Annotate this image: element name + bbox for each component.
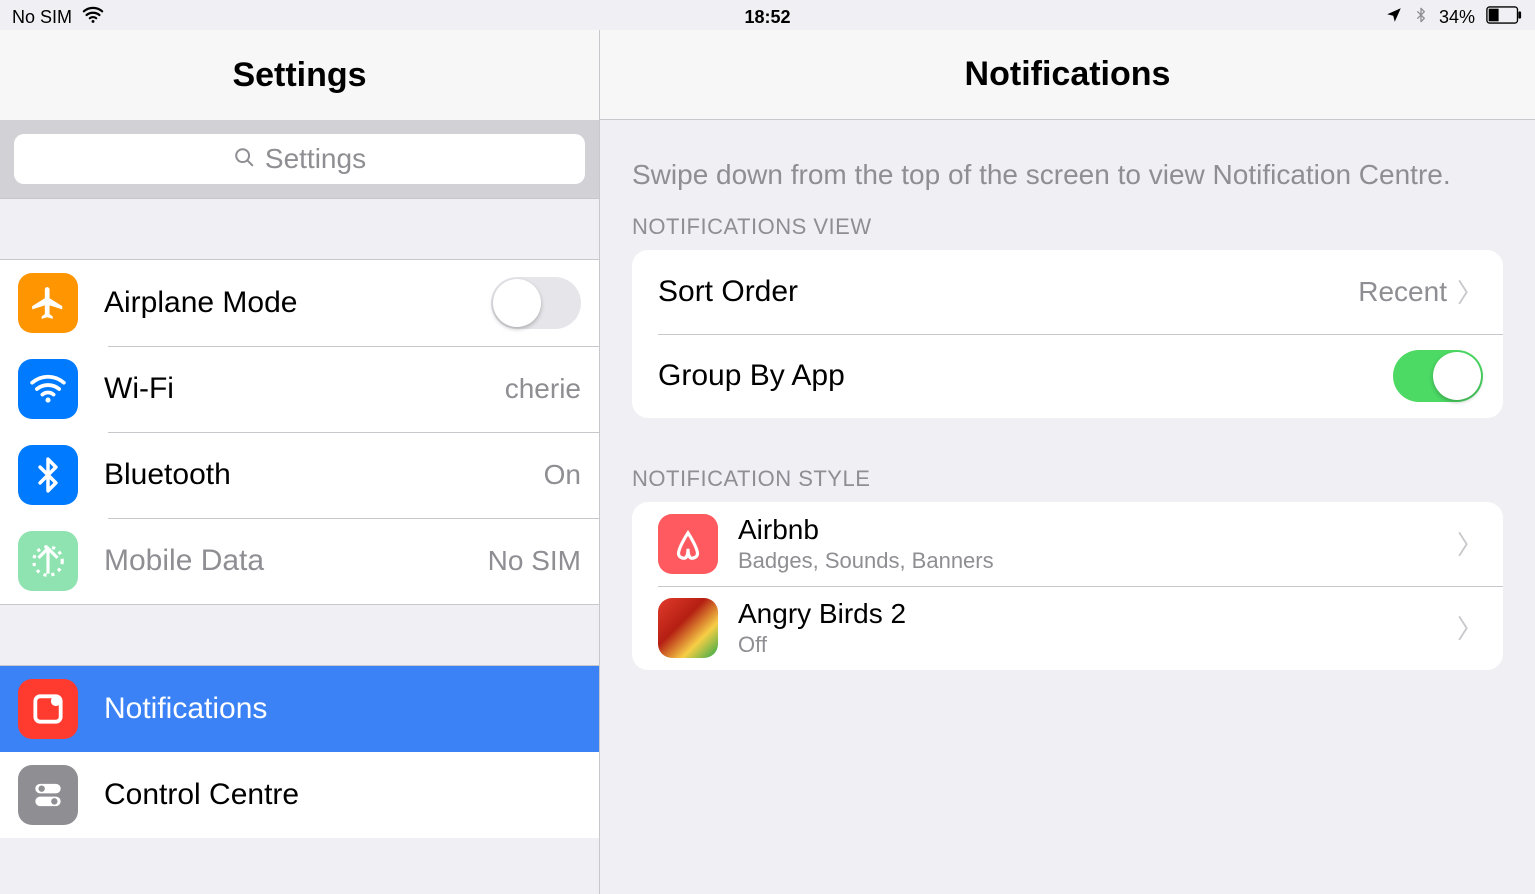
wifi-icon [18, 359, 78, 419]
sort-order-value: Recent [1358, 276, 1447, 308]
chevron-right-icon: 〉 [1457, 273, 1483, 310]
app-row-airbnb[interactable]: Airbnb Badges, Sounds, Banners 〉 [632, 502, 1503, 586]
notification-centre-hint: Swipe down from the top of the screen to… [600, 120, 1535, 214]
app-sub: Badges, Sounds, Banners [738, 548, 1457, 574]
app-row-angrybirds[interactable]: Angry Birds 2 Off 〉 [632, 586, 1503, 670]
search-placeholder: Settings [265, 143, 366, 175]
carrier-label: No SIM [12, 7, 72, 28]
notifications-icon [18, 679, 78, 739]
airplane-label: Airplane Mode [104, 286, 491, 320]
status-bar: No SIM 18:52 34% [0, 0, 1535, 30]
mobile-data-icon [18, 531, 78, 591]
mobile-data-label: Mobile Data [104, 544, 488, 578]
clock: 18:52 [744, 7, 790, 27]
airplane-icon [18, 273, 78, 333]
notifications-label: Notifications [104, 692, 581, 726]
search-input[interactable]: Settings [14, 134, 585, 184]
angry-birds-icon [658, 598, 718, 658]
bluetooth-value: On [544, 459, 581, 491]
settings-sidebar: Settings Settings Airplane Mode [0, 30, 600, 894]
notifications-view-card: Sort Order Recent 〉 Group By App [632, 250, 1503, 418]
search-icon [233, 143, 255, 175]
wifi-row[interactable]: Wi-Fi cherie [0, 346, 599, 432]
chevron-right-icon: 〉 [1457, 525, 1483, 562]
airplane-mode-row[interactable]: Airplane Mode [0, 260, 599, 346]
notifications-row[interactable]: Notifications [0, 666, 599, 752]
chevron-right-icon: 〉 [1457, 609, 1483, 646]
control-centre-row[interactable]: Control Centre [0, 752, 599, 838]
notification-style-card: Airbnb Badges, Sounds, Banners 〉 Angry B… [632, 502, 1503, 670]
group-by-app-label: Group By App [658, 359, 1393, 393]
wifi-label: Wi-Fi [104, 372, 505, 406]
app-sub: Off [738, 632, 1457, 658]
control-centre-label: Control Centre [104, 778, 581, 812]
system-section: Notifications Control Centre [0, 665, 599, 838]
app-name: Angry Birds 2 [738, 598, 1457, 630]
detail-title: Notifications [600, 30, 1535, 120]
bluetooth-icon [1413, 5, 1429, 30]
group-by-app-toggle[interactable] [1393, 350, 1483, 402]
location-icon [1385, 6, 1403, 29]
notifications-view-header: NOTIFICATIONS VIEW [600, 214, 1535, 250]
mobile-data-value: No SIM [488, 545, 581, 577]
wifi-value: cherie [505, 373, 581, 405]
sort-order-label: Sort Order [658, 275, 1358, 309]
bluetooth-icon [18, 445, 78, 505]
airplane-toggle[interactable] [491, 277, 581, 329]
battery-pct: 34% [1439, 7, 1475, 28]
app-name: Airbnb [738, 514, 1457, 546]
airbnb-icon [658, 514, 718, 574]
detail-pane: Notifications Swipe down from the top of… [600, 30, 1535, 894]
battery-icon [1485, 6, 1523, 29]
sidebar-title: Settings [0, 30, 599, 120]
sort-order-row[interactable]: Sort Order Recent 〉 [632, 250, 1503, 334]
notification-style-header: NOTIFICATION STYLE [600, 466, 1535, 502]
connectivity-section: Airplane Mode Wi-Fi cherie Bluetooth On [0, 259, 599, 605]
wifi-icon [82, 4, 104, 31]
group-by-app-row[interactable]: Group By App [632, 334, 1503, 418]
mobile-data-row[interactable]: Mobile Data No SIM [0, 518, 599, 604]
bluetooth-label: Bluetooth [104, 458, 544, 492]
control-centre-icon [18, 765, 78, 825]
bluetooth-row[interactable]: Bluetooth On [0, 432, 599, 518]
